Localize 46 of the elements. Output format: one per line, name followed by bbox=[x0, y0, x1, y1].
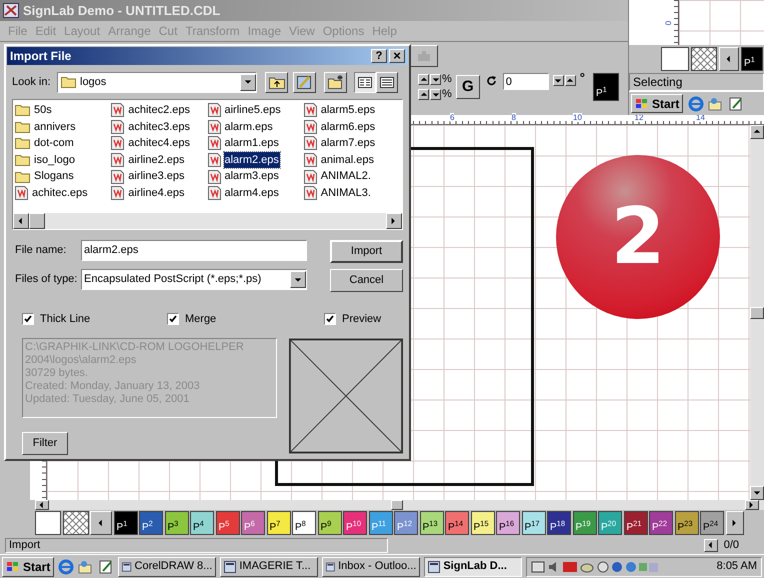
status-message: Selecting bbox=[629, 73, 764, 91]
dialog-title: Import File bbox=[10, 48, 72, 65]
swatch-label: P$^{5}$ bbox=[218, 523, 230, 533]
look-in-label: Look in: bbox=[12, 74, 52, 90]
swatch-label: P$^{1}$ bbox=[744, 59, 755, 69]
swatch-label: P$^{10}$ bbox=[346, 523, 362, 533]
page-counter: 0/0 bbox=[724, 538, 739, 553]
swatch-label: P$^{3}$ bbox=[168, 523, 178, 533]
step-number-badge: 2 bbox=[556, 155, 720, 319]
swatch-label: P$^{4}$ bbox=[193, 523, 204, 533]
swatch-label: P$^{1}$ bbox=[116, 523, 128, 533]
checkbox-label: Preview bbox=[342, 312, 382, 327]
file-name-label: File name: bbox=[14, 243, 68, 258]
swatch-label: P$^{15}$ bbox=[474, 523, 489, 533]
status-message: Import bbox=[5, 538, 388, 552]
swatch-label: P$^{6}$ bbox=[244, 523, 255, 533]
swatch-label: P$^{19}$ bbox=[576, 523, 591, 533]
ruler-label: 8 bbox=[512, 113, 516, 122]
swatch-label: P$^{20}$ bbox=[601, 523, 616, 533]
swatch-label: P$^{22}$ bbox=[652, 523, 668, 533]
swatch-label: P$^{18}$ bbox=[550, 523, 566, 533]
swatch-label: P$^{8}$ bbox=[295, 523, 306, 533]
degree-label: ° bbox=[580, 73, 585, 83]
ruler-label: 0 bbox=[664, 20, 674, 25]
swatch-label: P$^{2}$ bbox=[142, 523, 153, 533]
checkbox-label: Merge bbox=[185, 312, 216, 327]
swatch-label: P$^{9}$ bbox=[320, 523, 332, 533]
percent-label: % bbox=[442, 74, 452, 85]
swatch-label: P$^{16}$ bbox=[499, 523, 514, 533]
window-title: SignLab Demo - UNTITLED.CDL bbox=[23, 2, 220, 20]
clock: 8:05 AM bbox=[716, 559, 757, 574]
swatch-label: P$^{1}$ bbox=[596, 89, 607, 99]
ruler-label: 6 bbox=[450, 113, 454, 122]
swatch-label: P$^{24}$ bbox=[703, 523, 718, 533]
swatch-label: P$^{7}$ bbox=[270, 523, 280, 533]
ruler-label: 10 bbox=[573, 113, 582, 122]
swatch-label: P$^{14}$ bbox=[448, 523, 464, 533]
swatch-label: P$^{23}$ bbox=[678, 523, 693, 533]
swatch-label: P$^{11}$ bbox=[372, 523, 386, 533]
swatch-label: P$^{13}$ bbox=[422, 523, 438, 533]
swatch-label: P$^{21}$ bbox=[626, 523, 642, 533]
percent-label: % bbox=[442, 89, 452, 100]
swatch-label: P$^{12}$ bbox=[397, 523, 412, 533]
swatch-label: P$^{17}$ bbox=[524, 523, 540, 533]
checkbox-label: Thick Line bbox=[40, 312, 90, 327]
file-type-label: Files of type: bbox=[14, 272, 78, 288]
